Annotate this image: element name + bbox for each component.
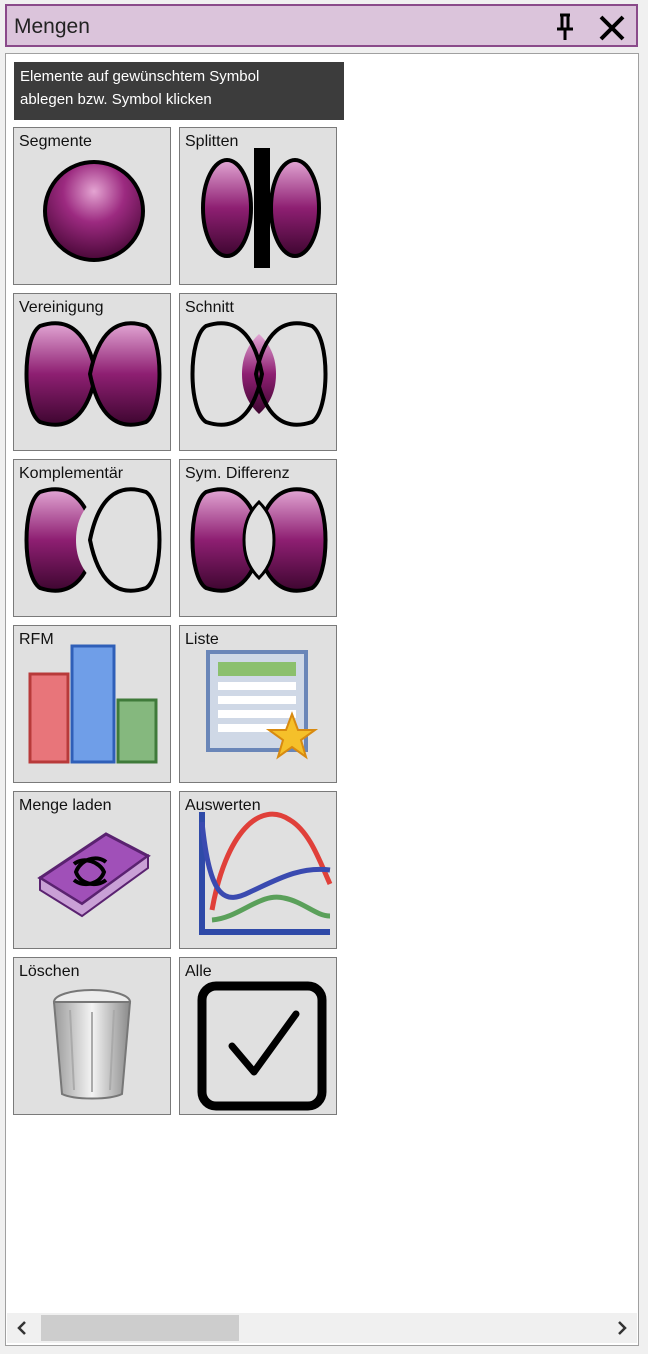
pin-icon[interactable] bbox=[551, 12, 579, 42]
intersection-icon bbox=[190, 321, 328, 427]
tile-komplementaer[interactable]: Komplementär bbox=[13, 459, 171, 617]
tile-label: RFM bbox=[19, 631, 54, 648]
tile-label: Vereinigung bbox=[19, 299, 104, 316]
load-folder-icon bbox=[37, 832, 151, 918]
tile-alle[interactable]: Alle bbox=[179, 957, 337, 1115]
tile-label: Schnitt bbox=[185, 299, 234, 316]
tile-label: Segmente bbox=[19, 133, 92, 150]
tile-segmente[interactable]: Segmente bbox=[13, 127, 171, 285]
tile-schnitt[interactable]: Schnitt bbox=[179, 293, 337, 451]
split-icon bbox=[201, 148, 321, 268]
chevron-left-icon[interactable] bbox=[13, 1319, 31, 1337]
checkbox-checked-icon bbox=[197, 981, 327, 1111]
tile-label: Komplementär bbox=[19, 465, 124, 482]
horizontal-scrollbar[interactable] bbox=[7, 1313, 637, 1343]
union-icon bbox=[24, 321, 162, 427]
tile-vereinigung[interactable]: Vereinigung bbox=[13, 293, 171, 451]
tile-liste[interactable]: Liste bbox=[179, 625, 337, 783]
panel-title: Mengen bbox=[14, 15, 90, 38]
segment-circle-icon bbox=[43, 160, 145, 262]
tile-label: Auswerten bbox=[185, 797, 261, 814]
tile-loeschen[interactable]: Löschen bbox=[13, 957, 171, 1115]
chevron-right-icon[interactable] bbox=[613, 1319, 631, 1337]
tile-label: Splitten bbox=[185, 133, 239, 150]
close-icon[interactable] bbox=[597, 15, 627, 41]
tile-rfm[interactable]: RFM bbox=[13, 625, 171, 783]
tile-menge-laden[interactable]: Menge laden bbox=[13, 791, 171, 949]
tile-auswerten[interactable]: Auswerten bbox=[179, 791, 337, 949]
list-table-star-icon bbox=[206, 650, 319, 760]
symmetric-difference-icon bbox=[190, 487, 328, 593]
tile-sym-differenz[interactable]: Sym. Differenz bbox=[179, 459, 337, 617]
hint-line-1: Elemente auf gewünschtem Symbol bbox=[20, 68, 260, 85]
tile-splitten[interactable]: Splitten bbox=[179, 127, 337, 285]
tile-label: Löschen bbox=[19, 963, 80, 980]
complement-icon bbox=[24, 487, 162, 593]
trash-can-icon bbox=[52, 989, 132, 1100]
tile-label: Menge laden bbox=[19, 797, 112, 814]
tile-label: Liste bbox=[185, 631, 219, 648]
tile-label: Sym. Differenz bbox=[185, 465, 290, 482]
rfm-bar-chart-icon bbox=[28, 644, 158, 764]
panel-titlebar: Mengen bbox=[5, 4, 638, 47]
evaluate-chart-icon bbox=[199, 811, 333, 935]
tile-label: Alle bbox=[185, 963, 212, 980]
sets-panel: Elemente auf gewünschtem Symbol ablegen … bbox=[5, 53, 639, 1346]
hint-box: Elemente auf gewünschtem Symbol ablegen … bbox=[14, 62, 344, 120]
scrollbar-thumb[interactable] bbox=[41, 1315, 239, 1341]
hint-line-2: ablegen bzw. Symbol klicken bbox=[20, 91, 212, 108]
